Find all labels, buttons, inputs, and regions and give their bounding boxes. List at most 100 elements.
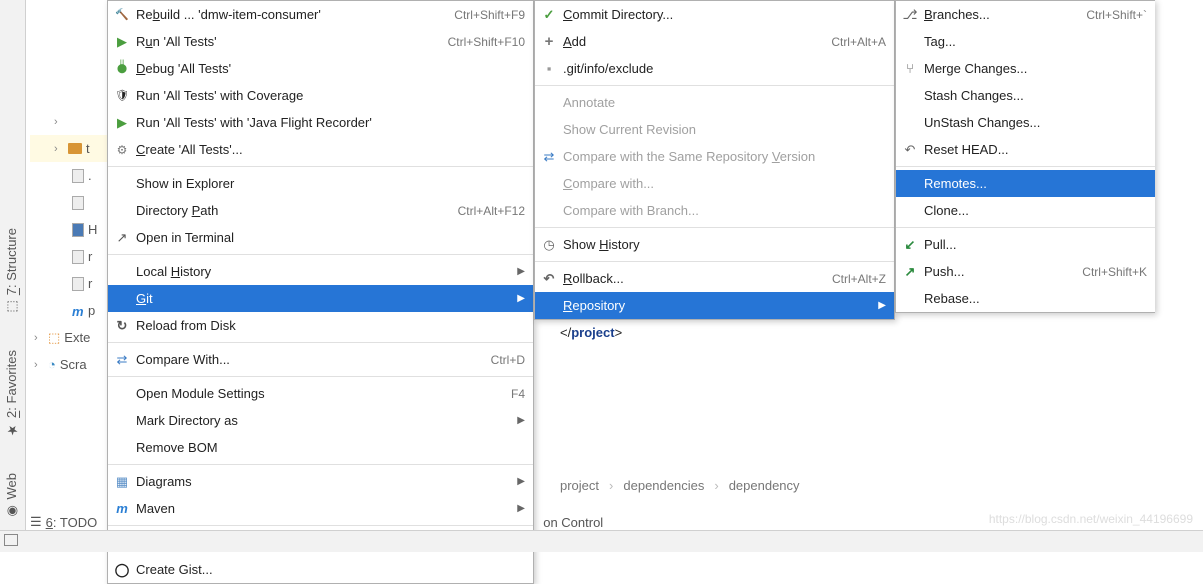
submenu-arrow-icon: ▶	[517, 293, 525, 304]
menu1-item-18[interactable]: Mark Directory as▶	[108, 407, 533, 434]
folder-icon	[68, 143, 82, 154]
menu1-item-3[interactable]: Run 'All Tests' with Coverage	[108, 82, 533, 109]
menu1-item-8[interactable]: Directory PathCtrl+Alt+F12	[108, 197, 533, 224]
menu2-item-7: Compare with...	[535, 170, 894, 197]
menu-item-label: Show History	[563, 237, 886, 252]
watermark: https://blog.csdn.net/weixin_44196699	[989, 512, 1193, 526]
menu2-item-2[interactable]: .git/info/exclude	[535, 55, 894, 82]
compare-icon	[114, 352, 130, 368]
menu-item-label: Clone...	[924, 203, 1147, 218]
shortcut-label: Ctrl+Alt+F12	[458, 204, 525, 218]
version-control-tab[interactable]: on Control	[543, 514, 603, 530]
play-icon	[114, 34, 130, 50]
menu3-item-4[interactable]: UnStash Changes...	[896, 109, 1155, 136]
menu-item-label: Stash Changes...	[924, 88, 1147, 103]
menu-item-label: UnStash Changes...	[924, 115, 1147, 130]
file-icon	[72, 277, 84, 291]
merge-icon	[902, 61, 918, 77]
menu-item-label: Rebuild ... 'dmw-item-consumer'	[136, 7, 454, 22]
shortcut-label: Ctrl+Alt+Z	[832, 272, 886, 286]
md-file-icon	[72, 223, 84, 237]
menu1-item-9[interactable]: Open in Terminal	[108, 224, 533, 251]
menu1-item-12[interactable]: Git▶	[108, 285, 533, 312]
menu-item-label: Create Gist...	[136, 562, 525, 577]
shortcut-label: Ctrl+Alt+A	[831, 35, 886, 49]
web-tab[interactable]: ◉Web	[0, 465, 23, 527]
menu2-item-0[interactable]: Commit Directory...	[535, 1, 894, 28]
menu1-item-25[interactable]: Create Gist...	[108, 556, 533, 583]
menu3-item-2[interactable]: Merge Changes...	[896, 55, 1155, 82]
menu1-item-17[interactable]: Open Module SettingsF4	[108, 380, 533, 407]
context-menu-1: Rebuild ... 'dmw-item-consumer' Ctrl+Shif…	[107, 0, 534, 584]
menu1-item-2[interactable]: Debug 'All Tests'	[108, 55, 533, 82]
exclude-icon	[541, 61, 557, 77]
menu2-item-10[interactable]: Show History	[535, 231, 894, 258]
menu-item-label: .git/info/exclude	[563, 61, 886, 76]
menu-item-label: Reload from Disk	[136, 318, 525, 333]
menu1-item-7[interactable]: Show in Explorer	[108, 170, 533, 197]
favorites-tab[interactable]: ★2: Favorites	[0, 342, 23, 445]
menu-item-label: Remove BOM	[136, 440, 525, 455]
commit-icon	[541, 7, 557, 23]
menu1-item-19[interactable]: Remove BOM	[108, 434, 533, 461]
menu-item-label: Run 'All Tests' with Coverage	[136, 88, 525, 103]
project-tree[interactable]: › ›t . H r r mp ›⬚Exte ›◔Scra	[30, 0, 110, 378]
todo-tab[interactable]: ☰6: TODO	[30, 514, 97, 530]
structure-tab[interactable]: ⬚7: Structure	[0, 220, 23, 322]
menu1-item-1[interactable]: Run 'All Tests'Ctrl+Shift+F10	[108, 28, 533, 55]
menu1-item-21[interactable]: Diagrams▶	[108, 468, 533, 495]
menu-item-label: Add	[563, 34, 831, 49]
menu2-item-13[interactable]: Repository▶	[535, 292, 894, 319]
menu-item-label: Merge Changes...	[924, 61, 1147, 76]
menu3-item-8[interactable]: Clone...	[896, 197, 1155, 224]
context-menu-2: Commit Directory... AddCtrl+Alt+A .git/inf…	[534, 0, 895, 320]
reset-icon	[902, 142, 918, 158]
submenu-arrow-icon: ▶	[878, 300, 886, 311]
compare-icon	[541, 149, 557, 165]
menu-item-label: Create 'All Tests'...	[136, 142, 525, 157]
menu1-item-5[interactable]: Create 'All Tests'...	[108, 136, 533, 163]
hammer-icon	[114, 7, 130, 23]
menu3-item-5[interactable]: Reset HEAD...	[896, 136, 1155, 163]
menu1-item-15[interactable]: Compare With...Ctrl+D	[108, 346, 533, 373]
menu2-item-5: Show Current Revision	[535, 116, 894, 143]
submenu-arrow-icon: ▶	[517, 503, 525, 514]
menu-item-label: Rollback...	[563, 271, 832, 286]
menu1-item-4[interactable]: Run 'All Tests' with 'Java Flight Record…	[108, 109, 533, 136]
menu3-item-0[interactable]: Branches...Ctrl+Shift+`	[896, 1, 1155, 28]
rollback-icon	[541, 271, 557, 287]
menu-item-label: Reset HEAD...	[924, 142, 1147, 157]
bottom-tool-tabs: ☰6: TODO on Control	[30, 514, 603, 530]
shortcut-label: Ctrl+Shift+K	[1082, 265, 1147, 279]
shortcut-label: Ctrl+Shift+F10	[448, 35, 525, 49]
menu3-item-12[interactable]: Rebase...	[896, 285, 1155, 312]
submenu-arrow-icon: ▶	[517, 266, 525, 277]
menu3-item-1[interactable]: Tag...	[896, 28, 1155, 55]
menu3-item-7[interactable]: Remotes...	[896, 170, 1155, 197]
menu1-item-13[interactable]: Reload from Disk	[108, 312, 533, 339]
plus-icon	[541, 34, 557, 50]
menu2-item-1[interactable]: AddCtrl+Alt+A	[535, 28, 894, 55]
menu-item-label: Compare with...	[563, 176, 886, 191]
menu-item-label: Mark Directory as	[136, 413, 525, 428]
menu3-item-11[interactable]: Push...Ctrl+Shift+K	[896, 258, 1155, 285]
menu3-item-10[interactable]: Pull...	[896, 231, 1155, 258]
menu2-item-8: Compare with Branch...	[535, 197, 894, 224]
file-icon	[72, 169, 84, 183]
menu-item-label: Tag...	[924, 34, 1147, 49]
menu1-item-11[interactable]: Local History▶	[108, 258, 533, 285]
menu2-item-6: Compare with the Same Repository Version	[535, 143, 894, 170]
menu3-item-3[interactable]: Stash Changes...	[896, 82, 1155, 109]
menu-item-label: Open in Terminal	[136, 230, 525, 245]
left-tool-sidebar: ⬚7: Structure ★2: Favorites ◉Web	[0, 0, 26, 552]
menu1-item-0[interactable]: Rebuild ... 'dmw-item-consumer'Ctrl+Shif…	[108, 1, 533, 28]
menu-item-label: Repository	[563, 298, 886, 313]
editor-content[interactable]: </project>	[560, 325, 622, 341]
breadcrumb[interactable]: project› dependencies› dependency	[560, 478, 800, 493]
status-icon[interactable]	[4, 534, 18, 546]
menu2-item-12[interactable]: Rollback...Ctrl+Alt+Z	[535, 265, 894, 292]
diagram-icon	[114, 474, 130, 490]
menu-item-label: Commit Directory...	[563, 7, 886, 22]
github-icon	[114, 562, 130, 578]
menu2-item-4: Annotate	[535, 89, 894, 116]
